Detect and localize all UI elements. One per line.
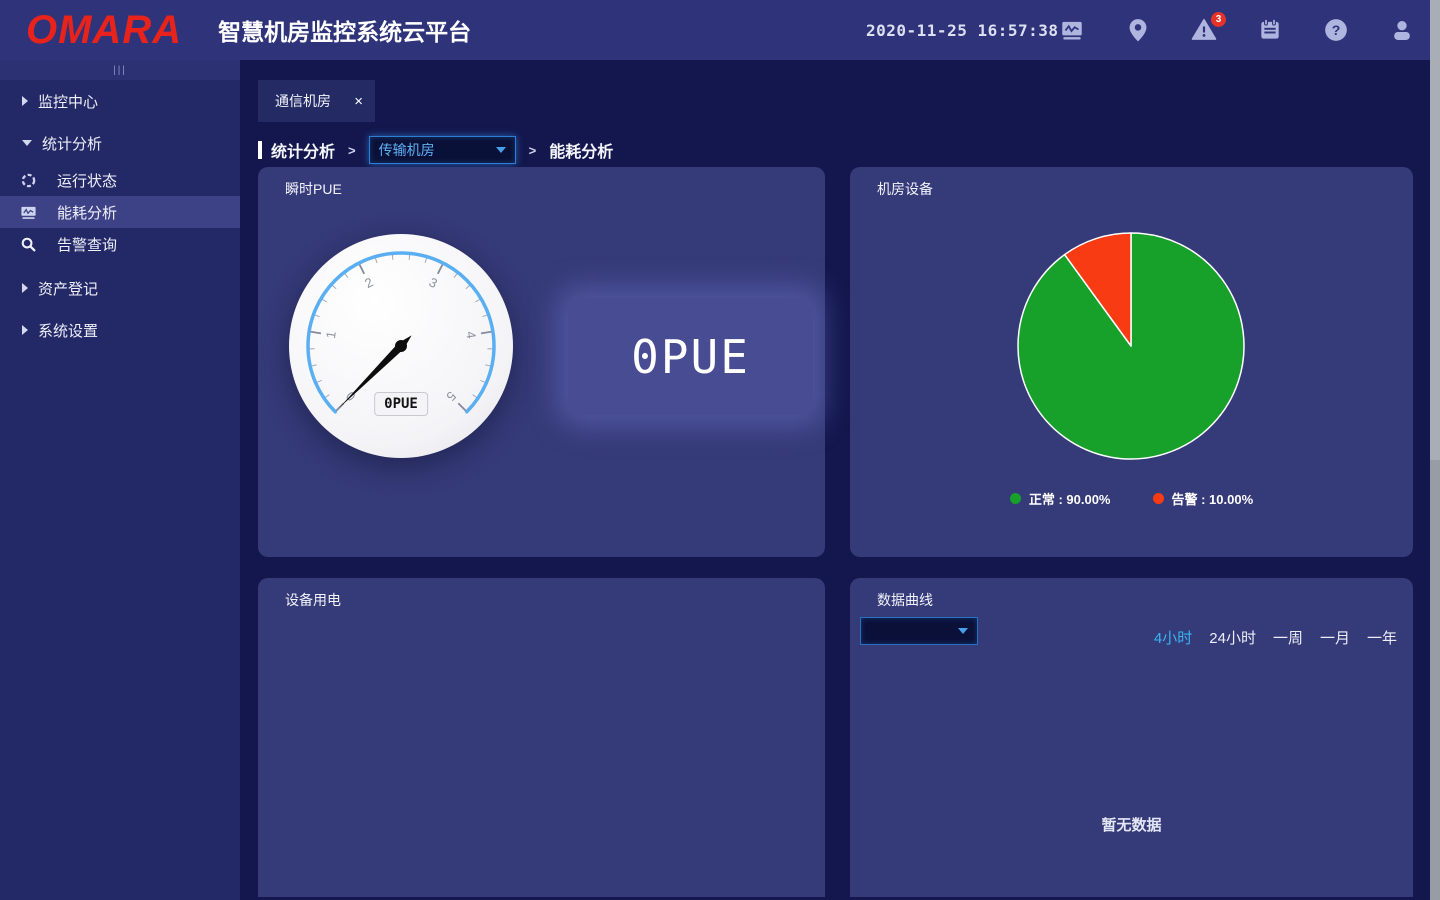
legend-dot-alarm [1153,493,1164,504]
panel-room-devices: 机房设备 正常 : 90.00% 告警 : 10.00% [850,167,1413,557]
help-icon[interactable]: ? [1323,17,1349,43]
breadcrumb-section: 统计分析 [271,138,335,162]
legend-text: 正常 : 90.00% [1029,489,1111,508]
sidebar-item-label: 告警查询 [57,234,117,255]
chevron-right-icon [22,325,28,335]
legend-item-alarm[interactable]: 告警 : 10.00% [1153,489,1254,508]
sidebar-item-energy-analysis[interactable]: 能耗分析 [0,196,240,228]
tab-close-icon[interactable]: × [354,93,363,110]
chevron-down-icon [958,628,968,634]
header-right: 2020-11-25 16:57:38 3 ? [866,0,1415,60]
search-icon [20,236,37,253]
legend-text: 告警 : 10.00% [1172,489,1254,508]
devices-pie-chart [1011,226,1251,466]
chevron-down-icon [496,147,506,153]
monitor-chart-icon[interactable] [1059,17,1085,43]
sidebar-item-system-settings[interactable]: 系统设置 [0,309,240,351]
brand-logo[interactable]: OMARA [26,0,182,60]
range-1week[interactable]: 一周 [1273,627,1303,648]
header-icon-bar: 3 ? [1059,17,1415,43]
sidebar-collapse-handle[interactable]: ||| [0,60,240,80]
chevron-down-icon [22,140,32,146]
panel-title: 机房设备 [877,179,933,199]
gauge-value-badge: 0PUE [374,392,428,416]
range-24h[interactable]: 24小时 [1209,627,1256,648]
scrollbar-thumb[interactable] [1430,0,1440,460]
alarm-count-badge: 3 [1211,12,1226,27]
app-header: OMARA 智慧机房监控系统云平台 2020-11-25 16:57:38 3 … [0,0,1440,60]
time-range-selector: 4小时 24小时 一周 一月 一年 [1154,627,1397,648]
sidebar-item-label: 资产登记 [38,278,98,299]
breadcrumb: 统计分析 > 传输机房 > 能耗分析 [258,136,613,164]
breadcrumb-marker [258,141,262,159]
pue-value-text: 0PUE [631,330,750,384]
energy-chart-icon [20,204,37,221]
legend-dot-normal [1010,493,1021,504]
sidebar-nav: 监控中心 统计分析 运行状态 能耗分析 告警查询 资产登记 [0,80,240,351]
range-4h[interactable]: 4小时 [1154,627,1192,648]
alarm-bell-icon[interactable]: 3 [1191,17,1217,43]
sidebar-item-label: 监控中心 [38,91,98,112]
no-data-text: 暂无数据 [850,814,1413,835]
tab-label: 通信机房 [275,91,331,111]
sidebar-item-alarm-query[interactable]: 告警查询 [0,228,240,260]
panel-instant-pue: 瞬时PUE 012345 0PUE 0PUE 传输机房 [258,167,825,557]
breadcrumb-separator: > [348,143,356,158]
panel-data-curve: 数据曲线 4小时 24小时 一周 一月 一年 暂无数据 [850,578,1413,897]
sidebar-item-running-status[interactable]: 运行状态 [0,164,240,196]
page-title: 智慧机房监控系统云平台 [218,13,471,47]
sidebar-item-monitor-center[interactable]: 监控中心 [0,80,240,122]
sidebar-item-label: 系统设置 [38,320,98,341]
sidebar-item-statistics[interactable]: 统计分析 [0,122,240,164]
sidebar-item-label: 能耗分析 [57,202,117,223]
panel-device-power: 设备用电 [258,578,825,897]
sidebar-item-label: 运行状态 [57,170,117,191]
chevron-right-icon [22,283,28,293]
panel-title: 瞬时PUE [285,179,342,199]
breadcrumb-page: 能耗分析 [549,138,613,162]
svg-text:?: ? [1332,22,1341,38]
log-clipboard-icon[interactable] [1257,17,1283,43]
panel-title: 设备用电 [285,590,341,610]
curve-metric-select[interactable] [860,617,978,645]
room-select-value: 传输机房 [379,140,435,160]
location-pin-icon[interactable] [1125,17,1151,43]
panel-title: 数据曲线 [877,590,933,610]
sidebar-item-asset-registry[interactable]: 资产登记 [0,267,240,309]
pue-gauge-chart: 012345 0PUE [285,230,517,462]
datetime-display: 2020-11-25 16:57:38 [866,21,996,40]
range-1month[interactable]: 一月 [1320,627,1350,648]
status-ring-icon [20,172,37,189]
tab-comm-room[interactable]: 通信机房 × [258,80,375,122]
room-select[interactable]: 传输机房 [369,136,516,164]
vertical-scrollbar[interactable] [1430,0,1440,900]
sidebar: ||| 监控中心 统计分析 运行状态 能耗分析 告警查询 [0,60,240,900]
user-icon[interactable] [1389,17,1415,43]
pue-value-box: 0PUE [568,298,813,415]
legend-item-normal[interactable]: 正常 : 90.00% [1010,489,1111,508]
range-1year[interactable]: 一年 [1367,627,1397,648]
pie-legend: 正常 : 90.00% 告警 : 10.00% [850,489,1413,508]
chevron-right-icon [22,96,28,106]
sidebar-item-label: 统计分析 [42,133,102,154]
breadcrumb-separator: > [529,143,537,158]
